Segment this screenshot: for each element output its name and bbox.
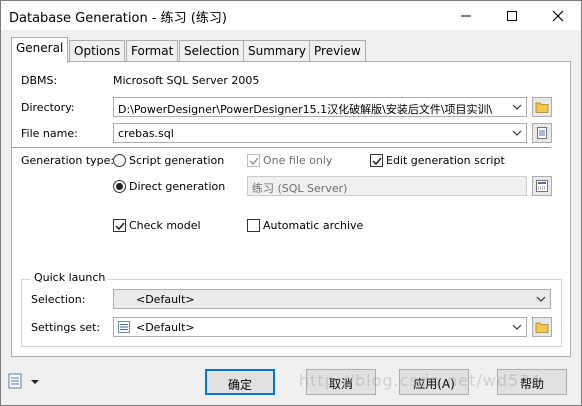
- directory-combo[interactable]: D:\PowerDesigner\PowerDesigner15.1汉化破解版\…: [113, 97, 527, 117]
- directory-label: Directory:: [21, 101, 75, 114]
- settings-list-icon: [118, 321, 130, 333]
- data-source-value: 练习 (SQL Server): [252, 182, 348, 195]
- quick-launch-title: Quick launch: [31, 271, 109, 284]
- close-button[interactable]: [535, 1, 581, 30]
- direct-generation-label: Direct generation: [129, 180, 226, 193]
- check-model-checkbox[interactable]: [113, 219, 126, 232]
- cancel-button-label: 取消: [328, 377, 353, 391]
- browse-directory-button[interactable]: [532, 97, 552, 117]
- apply-button-label: 应用(A): [413, 377, 455, 391]
- cancel-button[interactable]: 取消: [306, 369, 376, 395]
- database-connect-icon: [536, 180, 548, 192]
- data-source-field[interactable]: 练习 (SQL Server): [247, 176, 527, 196]
- window-title: Database Generation - 练习 (练习): [9, 11, 227, 26]
- folder-icon: [535, 102, 549, 113]
- tab-options[interactable]: Options: [69, 40, 126, 62]
- help-button[interactable]: 帮助: [497, 369, 567, 395]
- maximize-button[interactable]: [489, 1, 535, 30]
- tab-selection[interactable]: Selection: [179, 40, 245, 62]
- selection-combo[interactable]: <Default>: [113, 289, 551, 309]
- minimize-icon: [461, 15, 471, 17]
- radio-selected-dot: [116, 183, 123, 190]
- generation-type-label: Generation type:: [21, 154, 115, 167]
- one-file-only-checkbox[interactable]: [247, 154, 260, 167]
- checkmark-icon: [372, 157, 382, 166]
- ok-button[interactable]: 确定: [205, 369, 275, 395]
- maximize-icon: [507, 11, 517, 21]
- edit-generation-script-checkbox[interactable]: [370, 154, 383, 167]
- file-name-value: crebas.sql: [118, 127, 174, 140]
- settings-set-value: <Default>: [136, 321, 195, 334]
- chevron-down-icon: [536, 296, 546, 302]
- tab-format[interactable]: Format: [126, 40, 179, 62]
- script-generation-radio[interactable]: [113, 154, 126, 167]
- checkmark-icon: [115, 222, 125, 231]
- settings-set-label: Settings set:: [31, 321, 101, 334]
- section-divider: [11, 147, 551, 148]
- file-name-label: File name:: [21, 127, 78, 140]
- dbms-label: DBMS:: [21, 74, 58, 87]
- file-name-combo[interactable]: crebas.sql: [113, 123, 527, 143]
- edit-generation-script-label: Edit generation script: [386, 154, 505, 167]
- help-button-label: 帮助: [519, 377, 544, 391]
- chevron-down-icon: [512, 130, 522, 136]
- selection-value: <Default>: [136, 293, 195, 306]
- tab-general[interactable]: General: [11, 37, 69, 63]
- browse-settings-button[interactable]: [532, 317, 552, 337]
- minimize-button[interactable]: [443, 1, 489, 30]
- edit-file-button[interactable]: [532, 123, 552, 143]
- directory-value: D:\PowerDesigner\PowerDesigner15.1汉化破解版\…: [118, 103, 493, 116]
- document-icon: [537, 127, 547, 139]
- ok-button-label: 确定: [227, 378, 252, 392]
- tab-preview[interactable]: Preview: [309, 40, 366, 62]
- check-model-label: Check model: [129, 219, 201, 232]
- checkmark-icon: [249, 157, 259, 166]
- folder-icon: [535, 322, 549, 333]
- chevron-down-icon: [512, 324, 522, 330]
- title-bar: Database Generation - 练习 (练习): [1, 1, 581, 30]
- database-generation-dialog: Database Generation - 练习 (练习) General Op…: [0, 0, 582, 406]
- selection-label: Selection:: [31, 293, 86, 306]
- tab-summary[interactable]: Summary: [243, 40, 311, 62]
- automatic-archive-checkbox[interactable]: [247, 219, 260, 232]
- automatic-archive-label: Automatic archive: [263, 219, 364, 232]
- settings-set-combo[interactable]: <Default>: [113, 317, 527, 337]
- close-icon: [552, 10, 564, 22]
- dbms-value: Microsoft SQL Server 2005: [113, 74, 260, 87]
- data-source-button[interactable]: [532, 176, 552, 196]
- direct-generation-radio[interactable]: [113, 180, 126, 193]
- list-menu-icon: [8, 373, 39, 389]
- script-generation-label: Script generation: [129, 154, 225, 167]
- one-file-only-label: One file only: [263, 154, 333, 167]
- options-menu-button[interactable]: [7, 371, 43, 391]
- apply-button[interactable]: 应用(A): [399, 369, 469, 395]
- chevron-down-icon: [512, 104, 522, 110]
